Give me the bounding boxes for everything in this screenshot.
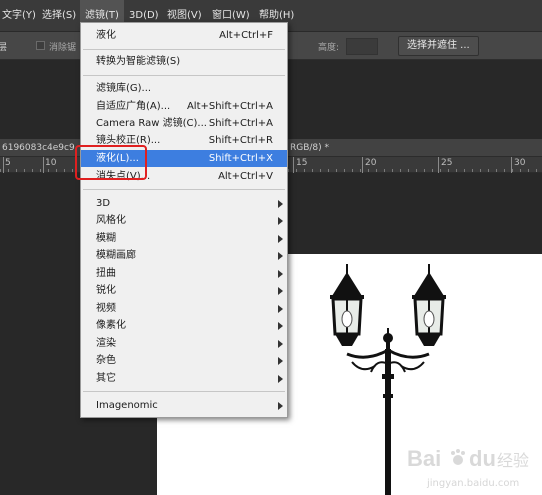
menu-item-video[interactable]: 视频 (81, 300, 287, 317)
menu-item-label: 其它 (96, 373, 116, 384)
menu-item-blur-gallery[interactable]: 模糊画廊 (81, 247, 287, 264)
ruler-number: 5 (5, 158, 11, 168)
menu-item-camera-raw[interactable]: Camera Raw 滤镜(C)... Shift+Ctrl+A (81, 115, 287, 132)
menu-item-distort[interactable]: 扭曲 (81, 265, 287, 282)
submenu-arrow-icon (278, 270, 283, 278)
menu-item-shortcut: Shift+Ctrl+X (208, 153, 273, 164)
menu-separator (83, 49, 285, 50)
submenu-arrow-icon (278, 252, 283, 260)
filter-menu-dropdown: 液化 Alt+Ctrl+F 转换为智能滤镜(S) 滤镜库(G)... 自适应广角… (80, 22, 288, 418)
height-input[interactable] (346, 38, 378, 55)
submenu-arrow-icon (278, 375, 283, 383)
menu-text[interactable]: 文字(Y) (0, 0, 41, 32)
height-label: 高度: (318, 43, 340, 53)
app-window: { "menubar": { "items": ["文字(Y)", "选择(S)… (0, 0, 542, 495)
submenu-arrow-icon (278, 287, 283, 295)
menu-item-sharpen[interactable]: 锐化 (81, 282, 287, 299)
select-and-mask-button[interactable]: 选择并遮住 ... (398, 36, 479, 56)
menu-item-label: 液化 (96, 30, 116, 41)
baidu-watermark: Bai du 经验 jingyan.baidu.com (405, 440, 535, 492)
menu-item-label: 风格化 (96, 215, 126, 226)
menu-item-shortcut: Alt+Ctrl+F (219, 30, 273, 41)
ruler-tick (438, 157, 439, 173)
document-tab-name: 6196083c4e9c9 (2, 143, 75, 153)
menu-item-shortcut: Alt+Shift+Ctrl+A (186, 101, 273, 112)
ruler-number: 25 (441, 158, 453, 168)
menu-item-convert-smart-filter[interactable]: 转换为智能滤镜(S) (81, 53, 287, 70)
menu-item-label: 3D (96, 198, 111, 209)
menu-item-label: 模糊 (96, 233, 116, 244)
menu-item-label: Imagenomic (96, 400, 158, 411)
menu-item-shortcut: Shift+Ctrl+A (208, 118, 273, 129)
submenu-arrow-icon (278, 305, 283, 313)
ruler-number: 20 (365, 158, 377, 168)
menu-item-label: 渲染 (96, 338, 116, 349)
submenu-arrow-icon (278, 402, 283, 410)
menu-item-render[interactable]: 渲染 (81, 335, 287, 352)
submenu-arrow-icon (278, 340, 283, 348)
menu-item-blur[interactable]: 模糊 (81, 230, 287, 247)
menu-item-label: 锐化 (96, 285, 116, 296)
menu-item-label: 自适应广角(A)... (96, 101, 171, 112)
watermark-url: jingyan.baidu.com (426, 478, 519, 489)
ruler-tick (293, 157, 294, 173)
menu-item-pixelate[interactable]: 像素化 (81, 317, 287, 334)
right-lantern (412, 264, 446, 346)
options-fragment: 层 (0, 43, 8, 53)
menu-item-label: 视频 (96, 303, 116, 314)
menu-item-3d[interactable]: 3D (81, 195, 287, 212)
ruler-tick (3, 157, 4, 173)
menu-separator (83, 391, 285, 392)
submenu-arrow-icon (278, 217, 283, 225)
watermark-brand-suffix: du (469, 446, 496, 471)
menu-item-shortcut: Alt+Ctrl+V (218, 171, 273, 182)
document-tab-mode: RGB/8) * (290, 143, 330, 153)
watermark-brand: Bai (407, 446, 441, 471)
menu-separator (83, 189, 285, 190)
ruler-tick (43, 157, 44, 173)
menu-item-label: 杂色 (96, 355, 116, 366)
ruler-number: 15 (296, 158, 308, 168)
ruler-number: 30 (514, 158, 526, 168)
submenu-arrow-icon (278, 235, 283, 243)
menu-item-noise[interactable]: 杂色 (81, 352, 287, 369)
menu-item-last-filter[interactable]: 液化 Alt+Ctrl+F (81, 27, 287, 44)
menu-item-stylize[interactable]: 风格化 (81, 212, 287, 229)
menu-item-filter-gallery[interactable]: 滤镜库(G)... (81, 80, 287, 97)
menu-item-label: 模糊画廊 (96, 250, 136, 261)
menu-item-adaptive-wide-angle[interactable]: 自适应广角(A)... Alt+Shift+Ctrl+A (81, 98, 287, 115)
ruler-tick (362, 157, 363, 173)
submenu-arrow-icon (278, 200, 283, 208)
menu-item-label: 像素化 (96, 320, 126, 331)
submenu-arrow-icon (278, 322, 283, 330)
menu-select[interactable]: 选择(S) (37, 0, 81, 32)
antialias-checkbox[interactable] (36, 41, 45, 50)
ruler-number: 10 (45, 158, 57, 168)
menu-item-label: 扭曲 (96, 268, 116, 279)
menu-item-shortcut: Shift+Ctrl+R (208, 135, 273, 146)
menu-item-other[interactable]: 其它 (81, 370, 287, 387)
annotation-highlight-box (75, 145, 147, 180)
menu-item-label: Camera Raw 滤镜(C)... (96, 118, 207, 129)
left-lantern (330, 264, 364, 346)
watermark-cn: 经验 (497, 451, 529, 470)
menu-item-label: 滤镜库(G)... (96, 83, 152, 94)
menu-separator (83, 75, 285, 76)
baidu-logo-icon: Bai du 经验 jingyan.baidu.com (407, 446, 529, 489)
menu-item-label: 转换为智能滤镜(S) (96, 56, 181, 67)
antialias-label: 消除锯 (49, 43, 77, 53)
ruler-tick (511, 157, 512, 173)
submenu-arrow-icon (278, 357, 283, 365)
menu-item-imagenomic[interactable]: Imagenomic (81, 397, 287, 414)
